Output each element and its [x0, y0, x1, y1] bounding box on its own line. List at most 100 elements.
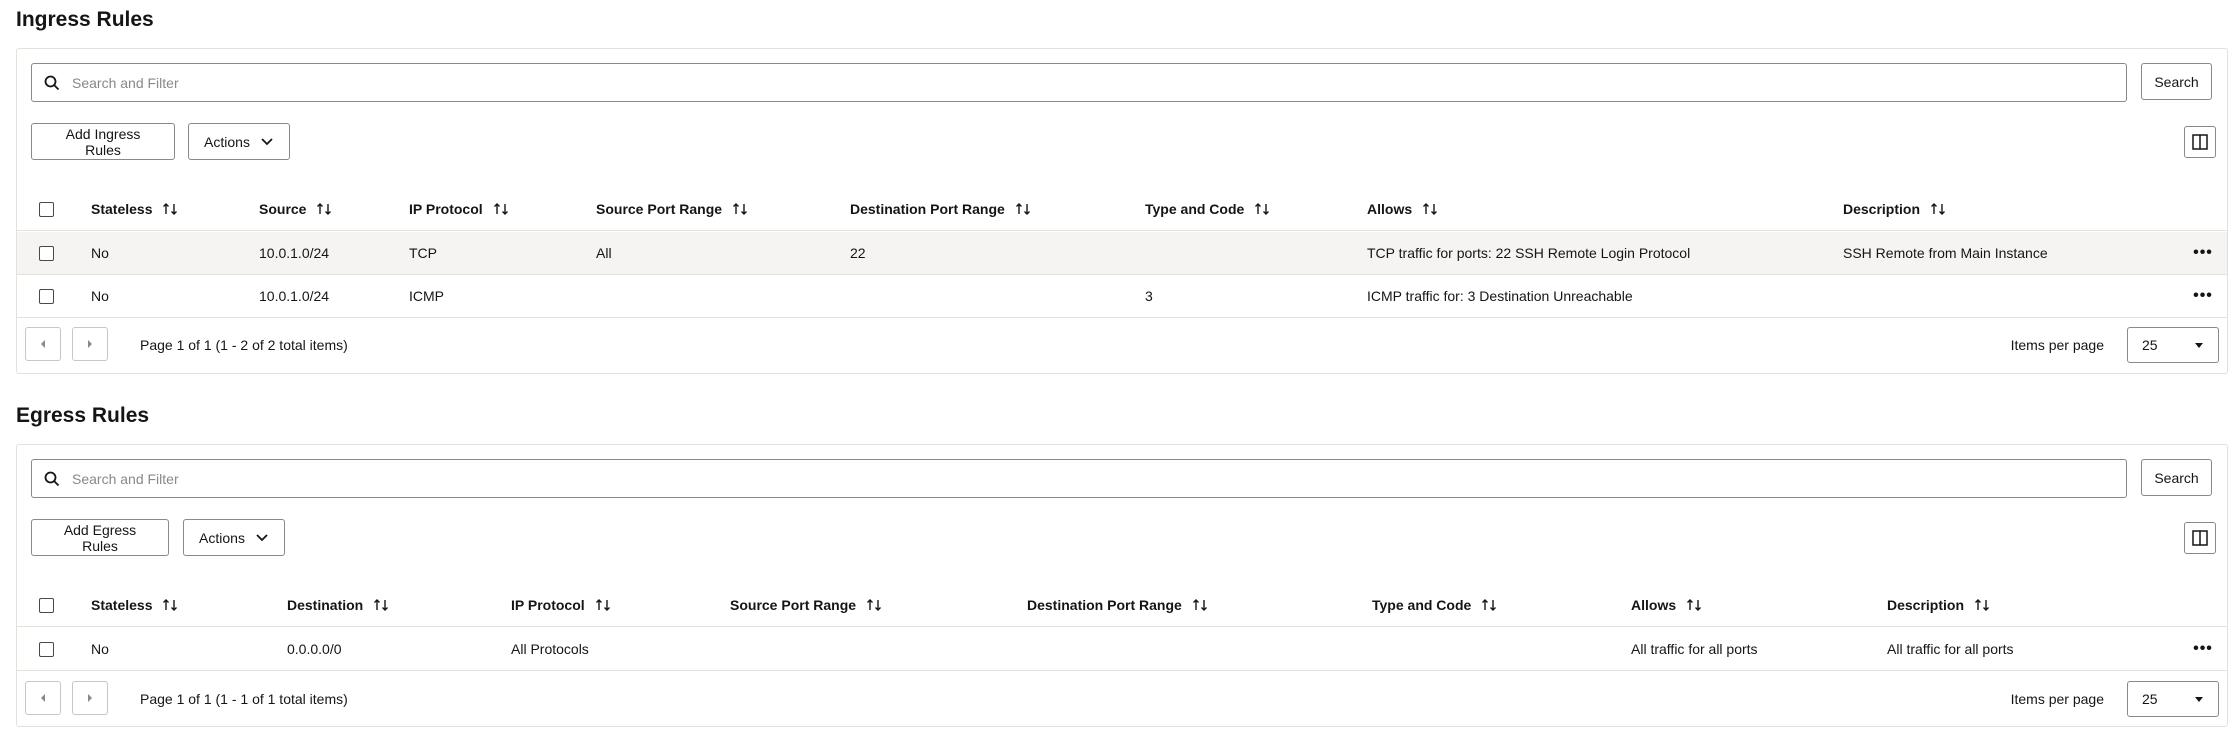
cell-allows: All traffic for all ports — [1631, 641, 1758, 657]
sort-icon — [1015, 203, 1030, 215]
ingress-section-title: Ingress Rules — [16, 8, 154, 31]
items-per-page-value: 25 — [2142, 691, 2158, 707]
items-per-page-select[interactable]: 25 — [2127, 327, 2219, 363]
egress-select-all-checkbox[interactable] — [39, 598, 54, 613]
table-row[interactable]: No 10.0.1.0/24 ICMP 3 ICMP traffic for: … — [17, 275, 2227, 318]
egress-section-title: Egress Rules — [16, 404, 150, 427]
egress-actions-label: Actions — [199, 529, 245, 546]
cell-ip-protocol: All Protocols — [511, 641, 589, 657]
column-label: Source Port Range — [730, 597, 857, 613]
column-label: Description — [1887, 597, 1965, 613]
row-checkbox[interactable] — [39, 246, 54, 261]
cell-stateless: No — [91, 641, 109, 657]
ingress-rules-panel: Search Add Ingress Rules Actions Statele… — [16, 48, 2228, 374]
items-per-page-select[interactable]: 25 — [2127, 681, 2219, 717]
items-per-page-label: Items per page — [2010, 691, 2104, 707]
column-label: Allows — [1631, 597, 1677, 613]
ingress-manage-columns-button[interactable] — [2184, 126, 2216, 158]
sort-icon — [493, 203, 508, 215]
sort-icon — [163, 203, 178, 215]
cell-allows: TCP traffic for ports: 22 SSH Remote Log… — [1367, 245, 1691, 261]
egress-table-header: Stateless Destination IP Protocol Source… — [17, 584, 2227, 627]
egress-search-box[interactable] — [31, 459, 2127, 498]
sort-icon — [1975, 599, 1990, 611]
egress-col-ip-protocol[interactable]: IP Protocol — [511, 584, 611, 626]
row-checkbox[interactable] — [39, 289, 54, 304]
ingress-search-input[interactable] — [72, 64, 2112, 101]
egress-pagination: Page 1 of 1 (1 - 1 of 1 total items) Ite… — [17, 669, 2227, 729]
column-label: Source — [259, 201, 307, 217]
cell-stateless: No — [91, 288, 109, 304]
next-page-button[interactable] — [72, 681, 108, 715]
egress-col-destination-port-range[interactable]: Destination Port Range — [1027, 584, 1208, 626]
ingress-select-all-checkbox[interactable] — [39, 202, 54, 217]
previous-page-button[interactable] — [25, 681, 61, 715]
chevron-down-icon — [256, 534, 268, 542]
sort-icon — [733, 203, 748, 215]
ingress-col-source-port-range[interactable]: Source Port Range — [596, 188, 748, 230]
next-page-button[interactable] — [72, 327, 108, 361]
column-label: IP Protocol — [409, 201, 483, 217]
egress-col-destination[interactable]: Destination — [287, 584, 389, 626]
chevron-down-icon — [261, 138, 273, 146]
chevron-down-icon — [2195, 343, 2203, 348]
ingress-col-destination-port-range[interactable]: Destination Port Range — [850, 188, 1031, 230]
table-row[interactable]: No 10.0.1.0/24 TCP All 22 TCP traffic fo… — [17, 232, 2227, 275]
egress-col-description[interactable]: Description — [1887, 584, 1990, 626]
more-actions-icon[interactable]: ••• — [2191, 242, 2215, 264]
ingress-search-box[interactable] — [31, 63, 2127, 102]
cell-allows: ICMP traffic for: 3 Destination Unreacha… — [1367, 288, 1633, 304]
cell-description: All traffic for all ports — [1887, 641, 2014, 657]
next-page-icon — [88, 694, 92, 702]
previous-page-icon — [41, 340, 45, 348]
cell-type-and-code: 3 — [1145, 288, 1153, 304]
sort-icon — [1687, 599, 1702, 611]
chevron-down-icon — [2195, 697, 2203, 702]
ingress-col-stateless[interactable]: Stateless — [91, 188, 178, 230]
search-icon — [44, 75, 60, 91]
sort-icon — [1482, 599, 1497, 611]
column-label: Source Port Range — [596, 201, 723, 217]
egress-col-allows[interactable]: Allows — [1631, 584, 1702, 626]
ingress-table-header: Stateless Source IP Protocol Source Port… — [17, 188, 2227, 231]
egress-col-source-port-range[interactable]: Source Port Range — [730, 584, 882, 626]
ingress-col-allows[interactable]: Allows — [1367, 188, 1438, 230]
cell-stateless: No — [91, 245, 109, 261]
egress-search-button[interactable]: Search — [2141, 459, 2212, 496]
cell-description: SSH Remote from Main Instance — [1843, 245, 2048, 261]
ingress-pagination: Page 1 of 1 (1 - 2 of 2 total items) Ite… — [17, 315, 2227, 375]
ingress-actions-button[interactable]: Actions — [188, 123, 290, 160]
column-label: Description — [1843, 201, 1921, 217]
add-ingress-rules-button[interactable]: Add Ingress Rules — [31, 123, 175, 160]
column-label: Allows — [1367, 201, 1413, 217]
sort-icon — [163, 599, 178, 611]
ingress-col-type-and-code[interactable]: Type and Code — [1145, 188, 1270, 230]
add-egress-rules-button[interactable]: Add Egress Rules — [31, 519, 169, 556]
cell-destination-port-range: 22 — [850, 245, 866, 261]
previous-page-button[interactable] — [25, 327, 61, 361]
egress-actions-button[interactable]: Actions — [183, 519, 285, 556]
items-per-page-label: Items per page — [2010, 337, 2104, 353]
items-per-page-value: 25 — [2142, 337, 2158, 353]
ingress-col-ip-protocol[interactable]: IP Protocol — [409, 188, 509, 230]
more-actions-icon[interactable]: ••• — [2191, 285, 2215, 307]
page-info: Page 1 of 1 (1 - 2 of 2 total items) — [140, 337, 348, 353]
row-checkbox[interactable] — [39, 642, 54, 657]
cell-source: 10.0.1.0/24 — [259, 288, 330, 304]
egress-manage-columns-button[interactable] — [2184, 522, 2216, 554]
egress-col-type-and-code[interactable]: Type and Code — [1372, 584, 1497, 626]
cell-source-port-range: All — [596, 245, 612, 261]
sort-icon — [374, 599, 389, 611]
egress-search-input[interactable] — [72, 460, 2112, 497]
ingress-col-source[interactable]: Source — [259, 188, 332, 230]
ingress-search-button[interactable]: Search — [2141, 63, 2212, 100]
sort-icon — [1423, 203, 1438, 215]
more-actions-icon[interactable]: ••• — [2191, 638, 2215, 660]
egress-col-stateless[interactable]: Stateless — [91, 584, 178, 626]
ingress-col-description[interactable]: Description — [1843, 188, 1946, 230]
column-label: Type and Code — [1372, 597, 1472, 613]
sort-icon — [1255, 203, 1270, 215]
egress-rules-panel: Search Add Egress Rules Actions Stateles… — [16, 444, 2228, 727]
cell-source: 10.0.1.0/24 — [259, 245, 330, 261]
table-row[interactable]: No 0.0.0.0/0 All Protocols All traffic f… — [17, 628, 2227, 671]
